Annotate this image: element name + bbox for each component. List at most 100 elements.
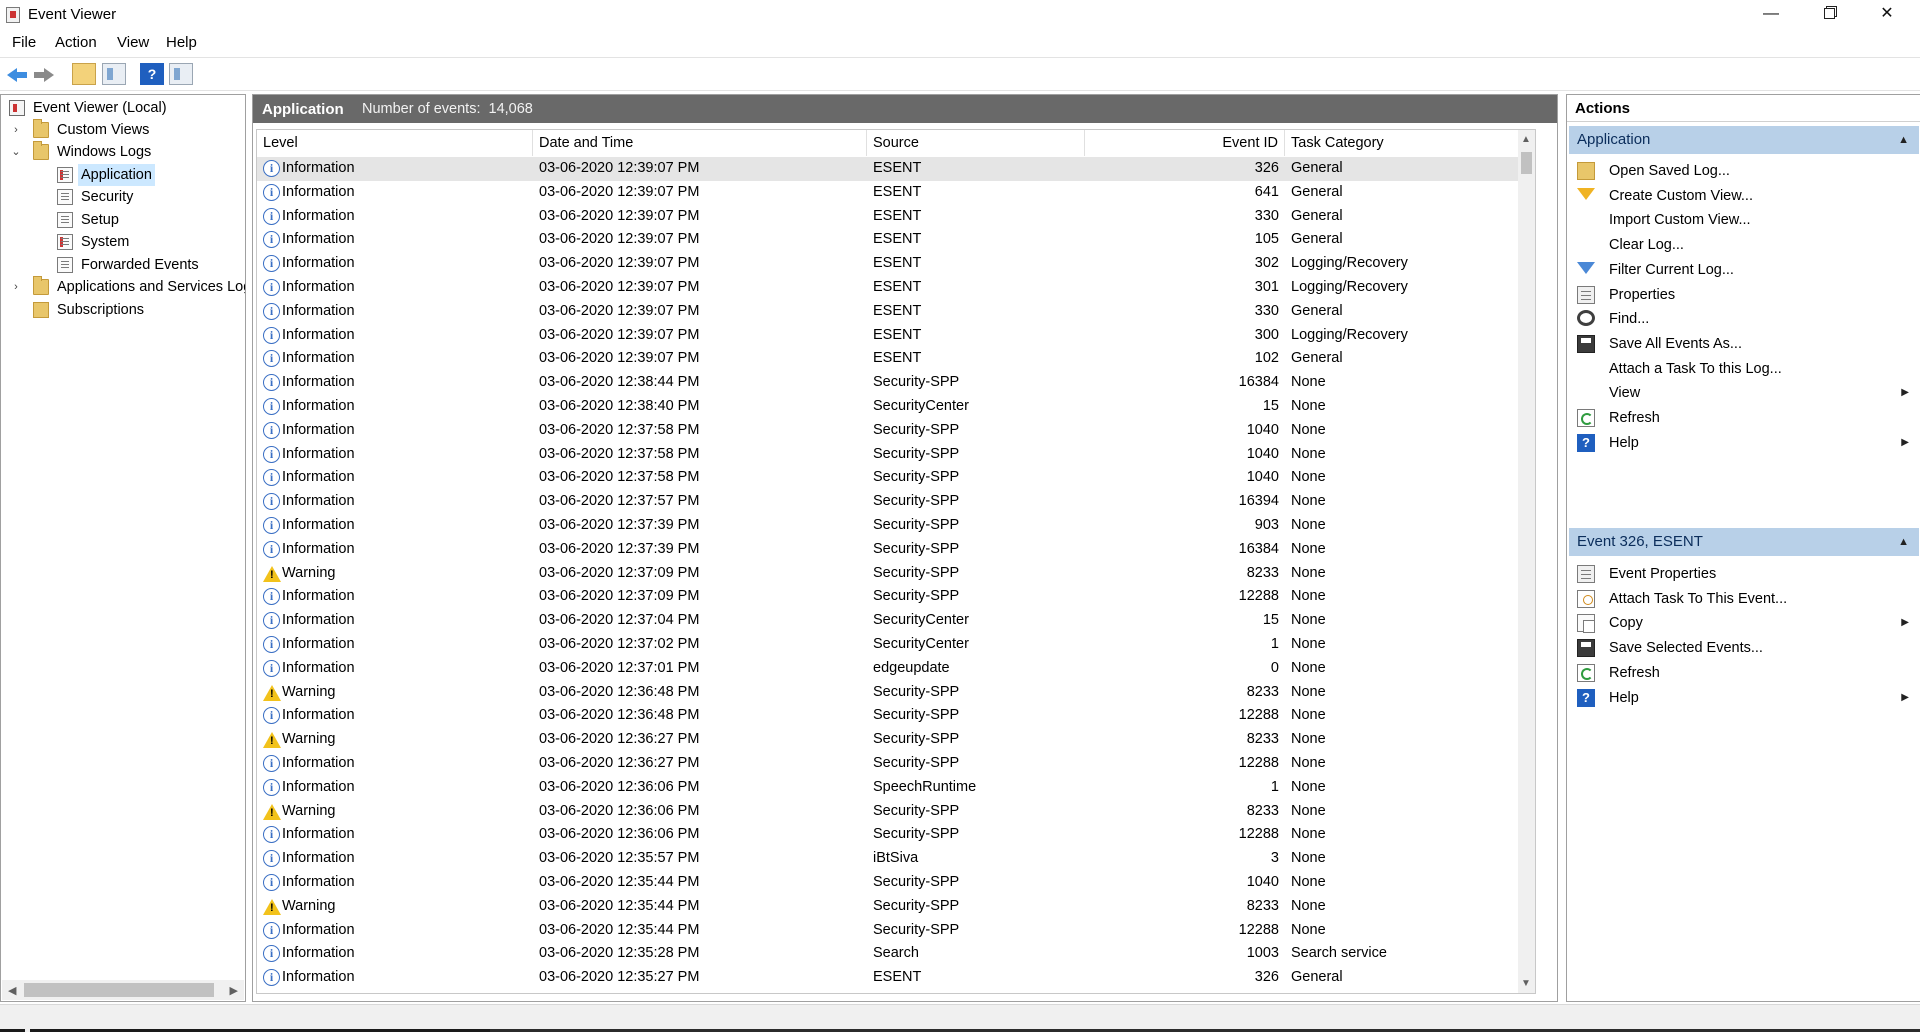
table-row[interactable]: i Information 03-06-2020 12:37:09 PM Securi… [257, 585, 1519, 609]
expand-arrow-icon[interactable]: › [10, 276, 22, 298]
table-row[interactable]: Warning 03-06-2020 12:36:27 PM Security-SP… [257, 728, 1519, 752]
actions-title: Actions [1567, 95, 1920, 122]
back-icon[interactable] [5, 63, 29, 85]
table-row[interactable]: i Information 03-06-2020 12:35:57 PM iBtSiv… [257, 847, 1519, 871]
actions-section-application[interactable]: Application ▲ [1569, 126, 1919, 154]
menu-action[interactable]: Action [55, 34, 97, 51]
column-header-event-id[interactable]: Event ID [1085, 130, 1285, 156]
show-hide-tree-icon[interactable] [102, 63, 126, 85]
cell-source: ESENT [873, 231, 922, 248]
table-row[interactable]: i Information 03-06-2020 12:37:39 PM Securi… [257, 514, 1519, 538]
cell-date-time: 03-06-2020 12:35:44 PM [539, 873, 700, 890]
action-help[interactable]: ? Help ▶ [1569, 684, 1919, 712]
table-row[interactable]: i Information 03-06-2020 12:39:07 PM ESENT 3… [257, 205, 1519, 229]
table-row[interactable]: i Information 03-06-2020 12:38:40 PM Securi… [257, 395, 1519, 419]
information-icon: i [263, 160, 280, 177]
tree-item-application[interactable]: Application [1, 164, 245, 186]
table-row[interactable]: i Information 03-06-2020 12:37:58 PM Securi… [257, 419, 1519, 443]
table-row[interactable]: i Information 03-06-2020 12:38:44 PM Securi… [257, 371, 1519, 395]
folder-icon [33, 276, 49, 295]
table-row[interactable]: i Information 03-06-2020 12:37:58 PM Securi… [257, 443, 1519, 467]
action-help[interactable]: ? Help ▶ [1569, 429, 1919, 457]
tree-item-system[interactable]: System [1, 231, 245, 253]
minimize-button[interactable]: — [1742, 0, 1800, 30]
tree-item-applications-and-services-logs[interactable]: › Applications and Services Logs [1, 276, 245, 298]
table-row[interactable]: Warning 03-06-2020 12:36:06 PM Security-SP… [257, 800, 1519, 824]
column-header-task-category[interactable]: Task Category [1285, 130, 1519, 156]
table-row[interactable]: i Information 03-06-2020 12:39:07 PM ESENT 3… [257, 157, 1519, 181]
table-row[interactable]: i Information 03-06-2020 12:39:07 PM ESENT 3… [257, 276, 1519, 300]
close-button[interactable]: ✕ [1858, 0, 1916, 30]
table-row[interactable]: i Information 03-06-2020 12:36:06 PM Speech… [257, 776, 1519, 800]
table-row[interactable]: i Information 03-06-2020 12:39:07 PM ESENT 1… [257, 347, 1519, 371]
cell-level: Information [282, 493, 355, 510]
table-row[interactable]: Warning 03-06-2020 12:36:48 PM Security-SP… [257, 681, 1519, 705]
actions-section-event[interactable]: Event 326, ESENT ▲ [1569, 528, 1919, 556]
log-icon [57, 257, 73, 273]
cell-date-time: 03-06-2020 12:39:07 PM [539, 183, 700, 200]
scrollbar-thumb[interactable] [24, 983, 214, 997]
cell-date-time: 03-06-2020 12:35:27 PM [539, 969, 700, 986]
menu-view[interactable]: View [117, 34, 149, 51]
events-vertical-scrollbar[interactable]: ▲ ▼ [1518, 130, 1535, 993]
column-header-date-time[interactable]: Date and Time [533, 130, 867, 156]
scroll-right-icon[interactable]: ▶ [230, 984, 238, 997]
table-row[interactable]: Warning 03-06-2020 12:35:44 PM Security-SP… [257, 895, 1519, 919]
table-row[interactable]: i Information 03-06-2020 12:39:07 PM ESENT 6… [257, 181, 1519, 205]
table-row[interactable]: i Information 03-06-2020 12:37:58 PM Securi… [257, 466, 1519, 490]
cell-task-category: General [1291, 231, 1343, 248]
table-row[interactable]: i Information 03-06-2020 12:36:27 PM Securi… [257, 752, 1519, 776]
scroll-up-icon[interactable]: ▲ [1521, 134, 1531, 145]
information-icon: i [263, 350, 280, 368]
table-row[interactable]: i Information 03-06-2020 12:39:07 PM ESENT 3… [257, 252, 1519, 276]
table-row[interactable]: i Information 03-06-2020 12:37:39 PM Securi… [257, 538, 1519, 562]
tree-item-forwarded-events[interactable]: Forwarded Events [1, 254, 245, 276]
table-row[interactable]: i Information 03-06-2020 12:37:04 PM Securi… [257, 609, 1519, 633]
cell-date-time: 03-06-2020 12:36:27 PM [539, 731, 700, 748]
tree-item-windows-logs[interactable]: ⌄ Windows Logs [1, 141, 245, 163]
table-row[interactable]: i Information 03-06-2020 12:39:07 PM ESENT 3… [257, 324, 1519, 348]
column-header-source[interactable]: Source [867, 130, 1085, 156]
tree-item-subscriptions[interactable]: Subscriptions [1, 299, 245, 321]
table-row[interactable]: i Information 03-06-2020 12:37:02 PM Securi… [257, 633, 1519, 657]
table-row[interactable]: i Information 03-06-2020 12:35:44 PM Securi… [257, 919, 1519, 943]
table-row[interactable]: Warning 03-06-2020 12:37:09 PM Security-SP… [257, 562, 1519, 586]
table-row[interactable]: i Information 03-06-2020 12:36:48 PM Securi… [257, 704, 1519, 728]
table-row[interactable]: i Information 03-06-2020 12:35:44 PM Securi… [257, 871, 1519, 895]
forward-icon[interactable] [32, 63, 56, 85]
table-row[interactable]: i Information 03-06-2020 12:35:28 PM Search… [257, 942, 1519, 966]
tree-horizontal-scrollbar[interactable]: ◀ ▶ [2, 980, 244, 1000]
cell-date-time: 03-06-2020 12:36:48 PM [539, 707, 700, 724]
cell-task-category: General [1291, 350, 1343, 367]
column-header-level[interactable]: Level [257, 130, 533, 156]
scroll-left-icon[interactable]: ◀ [8, 984, 16, 997]
expand-arrow-icon[interactable]: › [10, 119, 22, 141]
up-folder-icon[interactable] [72, 63, 96, 85]
tree-item-event-viewer-local[interactable]: Event Viewer (Local) [1, 97, 245, 119]
maximize-button[interactable] [1800, 0, 1858, 30]
collapse-section-icon[interactable]: ▲ [1898, 528, 1909, 556]
help-icon[interactable]: ? [140, 63, 164, 85]
table-row[interactable]: i Information 03-06-2020 12:37:57 PM Securi… [257, 490, 1519, 514]
cell-level: Information [282, 445, 355, 462]
menu-help[interactable]: Help [166, 34, 197, 51]
cell-source: ESENT [873, 207, 922, 224]
table-row[interactable]: i Information 03-06-2020 12:36:06 PM Securi… [257, 823, 1519, 847]
tree-item-custom-views[interactable]: › Custom Views [1, 119, 245, 141]
scrollbar-thumb[interactable] [1521, 152, 1532, 174]
table-row[interactable]: i Information 03-06-2020 12:35:27 PM ESENT 3… [257, 966, 1519, 990]
tree-item-security[interactable]: Security [1, 186, 245, 208]
menu-file[interactable]: File [12, 34, 36, 51]
collapse-section-icon[interactable]: ▲ [1898, 126, 1909, 154]
table-row[interactable]: i Information 03-06-2020 12:39:07 PM ESENT 3… [257, 300, 1519, 324]
collapse-arrow-icon[interactable]: ⌄ [10, 141, 22, 163]
tree-item-setup[interactable]: Setup [1, 209, 245, 231]
show-hide-action-pane-icon[interactable] [169, 63, 193, 85]
information-icon: i [263, 445, 280, 463]
scroll-down-icon[interactable]: ▼ [1521, 978, 1531, 989]
cell-task-category: Logging/Recovery [1291, 278, 1408, 295]
table-row[interactable]: i Information 03-06-2020 12:37:01 PM edgeup… [257, 657, 1519, 681]
cell-date-time: 03-06-2020 12:38:44 PM [539, 374, 700, 391]
table-row[interactable]: i Information 03-06-2020 12:39:07 PM ESENT 1… [257, 228, 1519, 252]
information-icon: i [263, 302, 280, 320]
